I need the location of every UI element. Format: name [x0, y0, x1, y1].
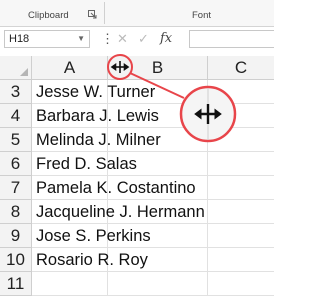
clipboard-group-label: Clipboard	[28, 10, 69, 21]
cell-a9[interactable]: Jose S. Perkins	[32, 224, 151, 248]
chevron-down-icon[interactable]: ▼	[77, 34, 85, 43]
enter-icon[interactable]: ✓	[138, 31, 149, 47]
formula-input[interactable]	[189, 30, 274, 48]
cell-c6[interactable]	[208, 152, 274, 176]
column-header-a[interactable]: A	[32, 56, 108, 80]
cell-a10[interactable]: Rosario R. Roy	[32, 248, 148, 272]
cell-c10[interactable]	[208, 248, 274, 272]
ribbon: Clipboard Font	[0, 0, 274, 27]
row-header-7[interactable]: 7	[0, 176, 32, 200]
select-all-button[interactable]	[0, 56, 32, 80]
name-box-value: H18	[9, 33, 30, 45]
row-header-5[interactable]: 5	[0, 128, 32, 152]
cell-a5[interactable]: Melinda J. Milner	[32, 128, 161, 152]
formula-bar: H18 ▼ ⋮ ✕ ✓ fx	[0, 30, 274, 50]
worksheet-grid: A B C 3 Jesse W. Turner 4 Barbara J. Lew…	[0, 56, 274, 300]
cell-a7[interactable]: Pamela K. Costantino	[32, 176, 196, 200]
row-header-8[interactable]: 8	[0, 200, 32, 224]
cell-c8[interactable]	[208, 200, 274, 224]
insert-function-icon[interactable]: fx	[160, 31, 172, 46]
cell-b11[interactable]	[108, 272, 208, 296]
cell-a3[interactable]: Jesse W. Turner	[32, 80, 155, 104]
name-box[interactable]: H18 ▼	[4, 30, 90, 48]
column-header-b[interactable]: B	[108, 56, 208, 80]
row-header-3[interactable]: 3	[0, 80, 32, 104]
cancel-icon[interactable]: ✕	[117, 31, 128, 47]
row-header-10[interactable]: 10	[0, 248, 32, 272]
cell-c5[interactable]	[208, 128, 274, 152]
cell-a8[interactable]: Jacqueline J. Hermann	[32, 200, 205, 224]
column-header-c[interactable]: C	[208, 56, 274, 80]
ribbon-separator	[104, 2, 105, 24]
dialog-launcher-icon[interactable]	[88, 10, 97, 19]
cell-a6[interactable]: Fred D. Salas	[32, 152, 137, 176]
cell-c7[interactable]	[208, 176, 274, 200]
cell-c3[interactable]	[208, 80, 274, 104]
row-header-4[interactable]: 4	[0, 104, 32, 128]
row-header-9[interactable]: 9	[0, 224, 32, 248]
cell-c11[interactable]	[208, 272, 274, 296]
cell-c9[interactable]	[208, 224, 274, 248]
font-group-label: Font	[192, 10, 212, 21]
cell-c4[interactable]	[208, 104, 274, 128]
row-header-6[interactable]: 6	[0, 152, 32, 176]
row-header-11[interactable]: 11	[0, 272, 32, 296]
more-options-icon[interactable]: ⋮	[101, 32, 114, 46]
cell-a4[interactable]: Barbara J. Lewis	[32, 104, 159, 128]
cell-a11[interactable]	[32, 272, 108, 296]
